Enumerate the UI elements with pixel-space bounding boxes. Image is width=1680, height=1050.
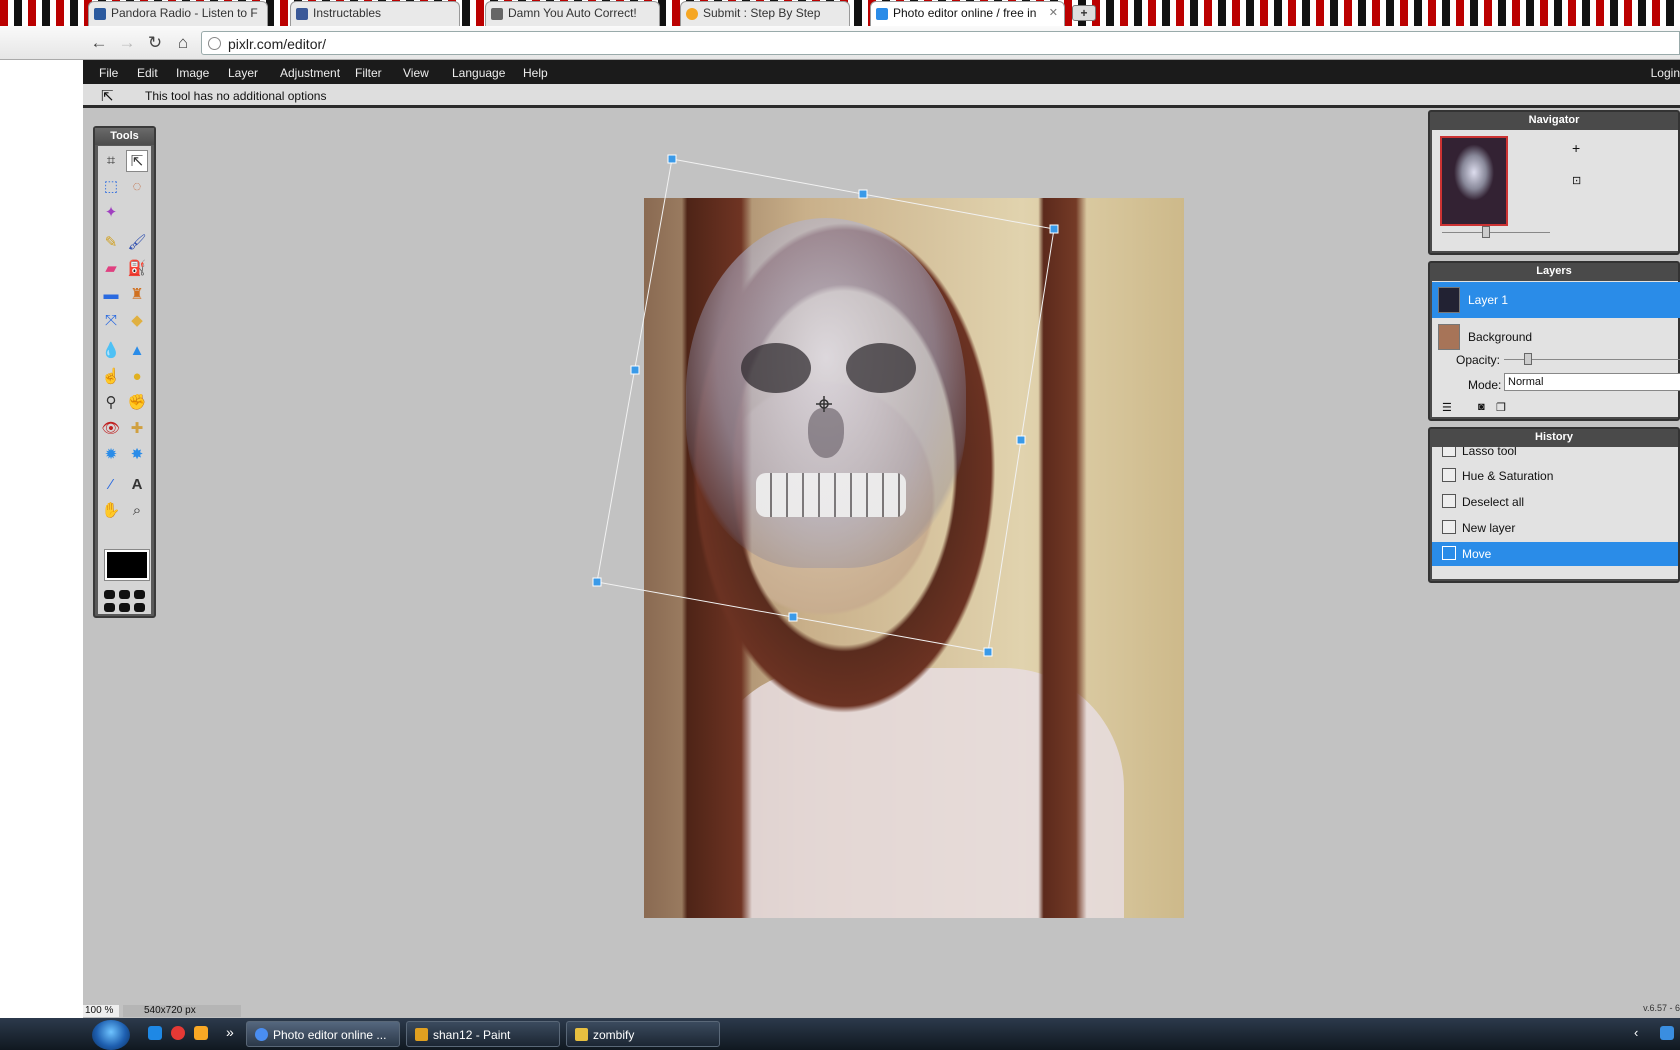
layer-thumbnail: [1438, 287, 1460, 313]
mode-label: Mode:: [1468, 378, 1502, 392]
layers-body: Layer 1 Background Opacity: Mode: Normal…: [1432, 281, 1680, 417]
layer-row[interactable]: Background: [1432, 319, 1680, 355]
history-item-selected[interactable]: Move: [1432, 542, 1678, 566]
close-tab-icon[interactable]: ✕: [1049, 6, 1058, 19]
status-bar: 100 % 540x720 px v.6.57 - 6: [83, 1003, 1680, 1018]
history-step-icon: [1442, 468, 1456, 482]
transform-handle[interactable]: [1049, 224, 1059, 234]
fit-icon[interactable]: ⊡: [1572, 174, 1581, 187]
add-mask-icon[interactable]: ◙: [1478, 401, 1485, 413]
zoom-slider[interactable]: [1442, 232, 1550, 233]
home-icon[interactable]: ⌂: [172, 32, 194, 54]
history-item[interactable]: Deselect all: [1432, 490, 1678, 514]
move-tool-icon: [1442, 546, 1456, 560]
zoom-level-input[interactable]: 100 %: [83, 1005, 119, 1017]
opacity-label: Opacity:: [1456, 353, 1501, 367]
image-size: 540x720 px: [123, 1005, 241, 1017]
layer-name: Layer 1: [1468, 293, 1509, 307]
pixlr-icon: [876, 8, 888, 20]
move-cursor-icon: [816, 396, 832, 412]
transform-handle[interactable]: [630, 365, 640, 375]
media-player-icon[interactable]: [194, 1026, 208, 1040]
browser-tab[interactable]: Submit : Step By Step: [680, 1, 850, 26]
page-margin: [0, 60, 83, 1018]
new-layer-icon[interactable]: ❐: [1496, 401, 1506, 414]
browser-tab-active[interactable]: Photo editor online / free in ✕: [870, 1, 1065, 26]
address-bar[interactable]: pixlr.com/editor/: [201, 31, 1680, 55]
back-icon[interactable]: ←: [88, 32, 110, 54]
history-step-icon: [1442, 520, 1456, 534]
history-title: History: [1535, 431, 1573, 443]
transform-handle[interactable]: [667, 154, 677, 164]
blend-mode-select[interactable]: Normal: [1504, 373, 1680, 391]
history-step-icon: [1442, 494, 1456, 508]
navigator-title: Navigator: [1528, 114, 1580, 126]
layers-panel: Layers Layer 1 Background Opacity: Mode:…: [1428, 261, 1680, 421]
opacity-slider-thumb[interactable]: [1524, 353, 1532, 365]
history-panel: History Lasso tool Hue & Saturation Dese…: [1428, 427, 1680, 583]
layer-row[interactable]: Layer 1: [1432, 282, 1680, 318]
pixlr-editor: File Edit Image Layer Adjustment Filter …: [83, 60, 1680, 1018]
new-tab-button[interactable]: +: [1072, 5, 1096, 21]
pandora-icon: [94, 8, 106, 20]
network-icon[interactable]: [1660, 1026, 1674, 1040]
url-text: pixlr.com/editor/: [228, 36, 327, 52]
version-text: v.6.57 - 6: [1643, 1003, 1680, 1013]
taskbar-item[interactable]: Photo editor online ...: [246, 1021, 400, 1047]
folder-icon: [575, 1028, 588, 1041]
paint-icon: [415, 1028, 428, 1041]
navigator-panel: Navigator + ⊡: [1428, 110, 1680, 255]
browser-tab[interactable]: Pandora Radio - Listen to F: [88, 1, 268, 26]
taskbar-more[interactable]: »: [226, 1024, 234, 1040]
browser-toolbar: ← → ↻ ⌂ pixlr.com/editor/: [0, 26, 1680, 60]
tray-expand-icon[interactable]: ‹: [1634, 1025, 1638, 1040]
browser-tab[interactable]: Instructables: [290, 1, 460, 26]
layer-name: Background: [1468, 330, 1533, 344]
transform-handle[interactable]: [592, 577, 602, 587]
browser-tab-strip: Pandora Radio - Listen to F Instructable…: [0, 0, 1680, 26]
start-button[interactable]: [92, 1020, 130, 1050]
lasso-icon: [1442, 447, 1456, 457]
chrome-icon[interactable]: [171, 1026, 185, 1040]
transform-handle[interactable]: [788, 612, 798, 622]
history-item[interactable]: New layer: [1432, 516, 1678, 540]
history-item[interactable]: Hue & Saturation: [1432, 464, 1678, 488]
transform-handle[interactable]: [983, 647, 993, 657]
navigator-body: + ⊡: [1432, 130, 1678, 251]
instructables-icon: [686, 8, 698, 20]
history-body: Lasso tool Hue & Saturation Deselect all…: [1432, 447, 1678, 579]
taskbar-item[interactable]: zombify: [566, 1021, 720, 1047]
layer-settings-icon[interactable]: ☰: [1442, 401, 1452, 414]
forward-icon[interactable]: →: [116, 32, 138, 54]
taskbar: » Photo editor online ... shan12 - Paint…: [0, 1018, 1680, 1050]
browser-tab[interactable]: Damn You Auto Correct!: [485, 1, 660, 26]
facebook-icon: [296, 8, 308, 20]
globe-icon: [208, 37, 221, 50]
transform-handle[interactable]: [858, 189, 868, 199]
history-item[interactable]: Lasso tool: [1432, 447, 1678, 463]
chrome-icon: [255, 1028, 268, 1041]
zoom-in-icon[interactable]: +: [1572, 140, 1580, 156]
layers-title: Layers: [1536, 265, 1572, 277]
reload-icon[interactable]: ↻: [144, 32, 166, 54]
transform-handle[interactable]: [1016, 435, 1026, 445]
taskbar-item[interactable]: shan12 - Paint: [406, 1021, 560, 1047]
phone-icon: [491, 8, 503, 20]
zoom-slider-thumb[interactable]: [1482, 226, 1490, 238]
navigator-thumbnail[interactable]: [1440, 136, 1508, 226]
layer-thumbnail: [1438, 324, 1460, 350]
ie-icon[interactable]: [148, 1026, 162, 1040]
